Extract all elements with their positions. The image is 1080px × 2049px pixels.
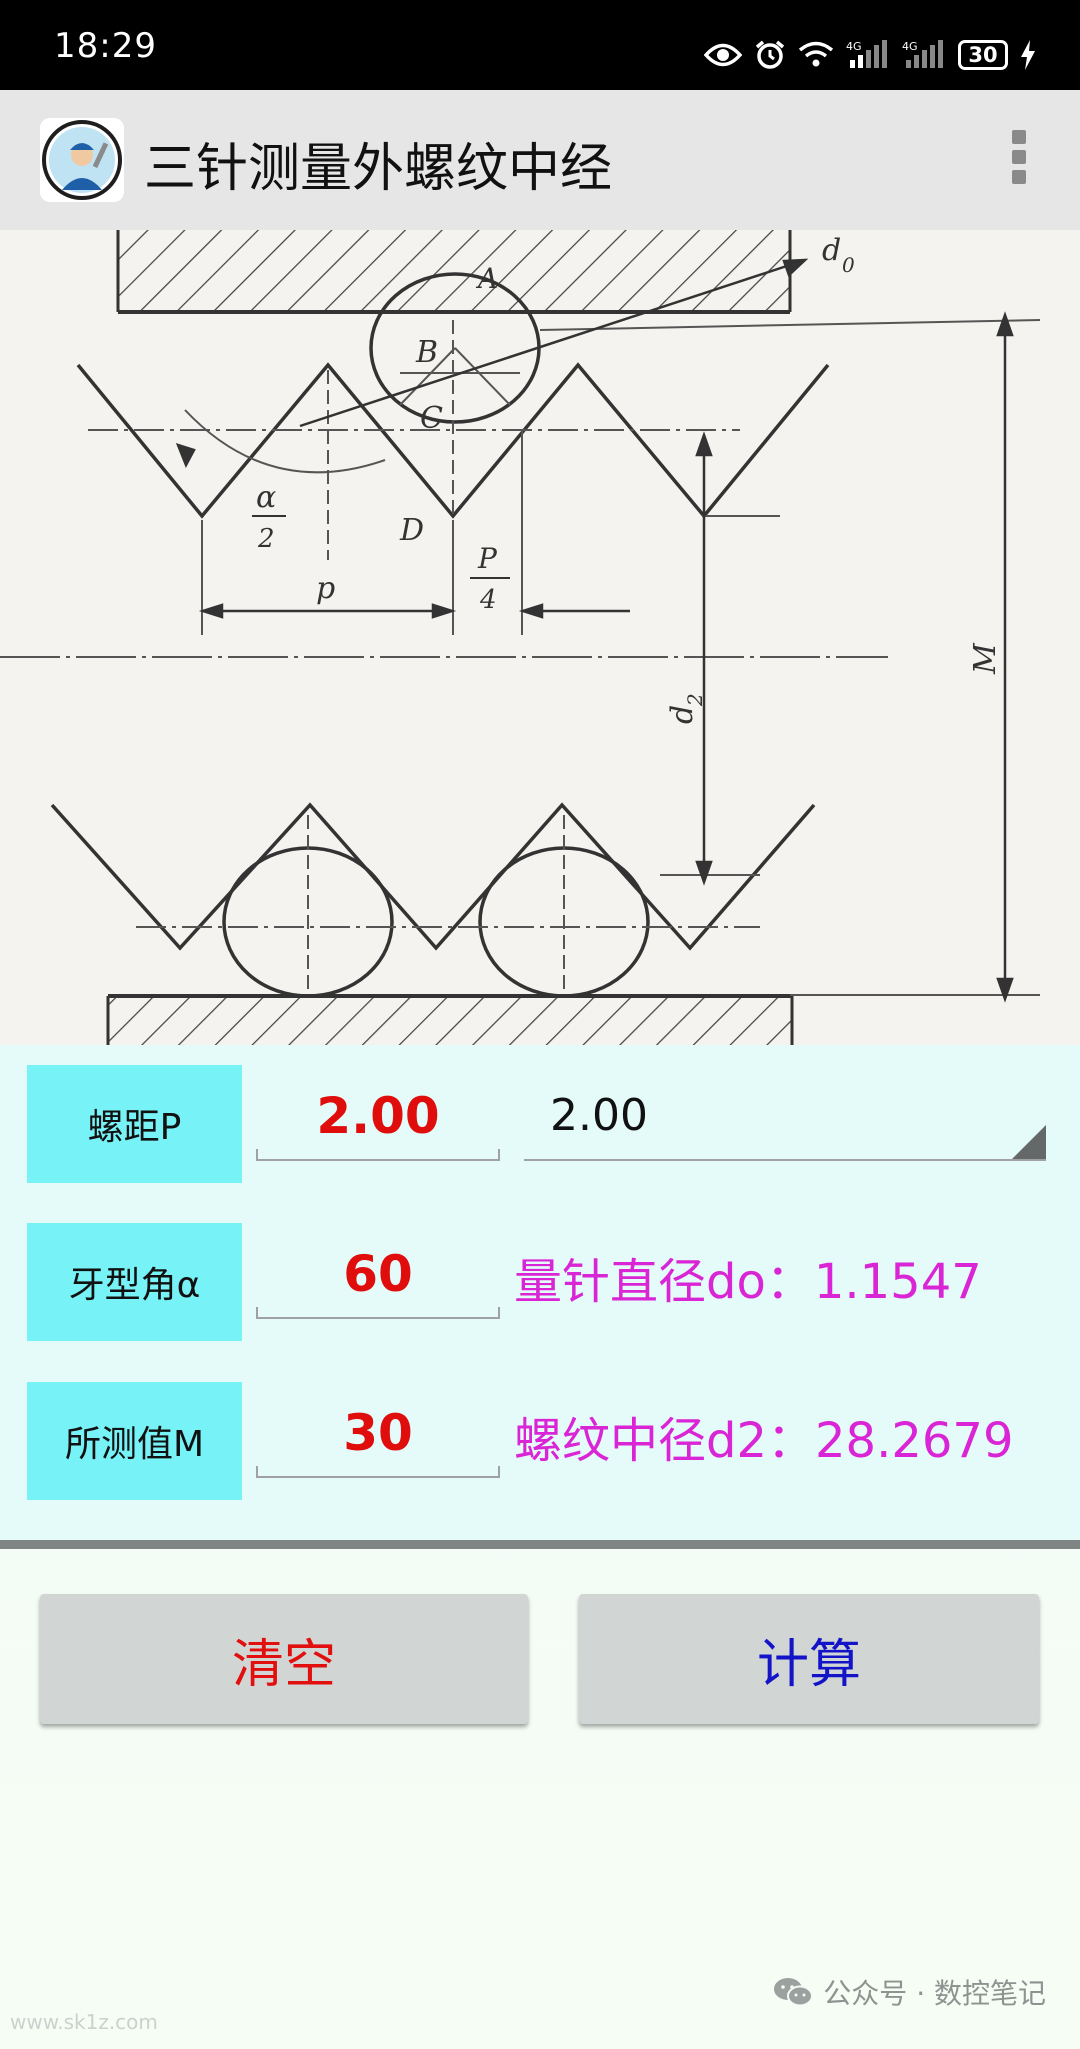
thread-measurement-diagram: A B C D d 0 α 2 p P 4 d 2 M — [0, 230, 1080, 1045]
app-bar: 三针测量外螺纹中经 — [0, 90, 1080, 230]
pitch-diameter-result: 螺纹中径d2：28.2679 — [514, 1413, 1014, 1469]
clear-button[interactable]: 清空 — [40, 1594, 528, 1724]
svg-text:0: 0 — [842, 253, 855, 277]
pitch-input[interactable]: 2.00 — [256, 1073, 500, 1161]
construction-lines — [0, 319, 1041, 996]
wire-diameter-result: 量针直径do：1.1547 — [514, 1254, 982, 1310]
svg-text:4G: 4G — [846, 40, 862, 53]
angle-label: 牙型角α — [27, 1223, 242, 1341]
angle-row: 牙型角α 60 量针直径do：1.1547 — [0, 1223, 1080, 1341]
svg-text:d: d — [665, 705, 700, 724]
svg-text:2: 2 — [683, 693, 707, 707]
wechat-icon — [774, 1978, 814, 2007]
measured-input[interactable]: 30 — [256, 1390, 500, 1478]
wechat-watermark-text: 公众号 · 数控笔记 — [823, 1977, 1046, 2010]
svg-text:p: p — [316, 571, 335, 606]
signal-icon: 4G — [902, 40, 943, 68]
dropdown-arrow-icon — [1012, 1125, 1046, 1159]
pitch-row: 螺距P 2.00 2.00 — [0, 1065, 1080, 1183]
charging-bolt-icon — [1021, 40, 1035, 70]
wifi-icon — [798, 41, 834, 67]
signal-icon: 4G — [846, 40, 887, 68]
svg-text:d: d — [822, 233, 841, 268]
top-anvil — [116, 230, 792, 314]
measured-label: 所测值M — [27, 1382, 242, 1500]
svg-text:P: P — [477, 542, 498, 575]
svg-text:A: A — [475, 262, 498, 295]
alarm-icon — [755, 40, 785, 69]
svg-text:D: D — [399, 513, 424, 548]
status-bar: 18:29 4G 4G 30 — [0, 0, 1080, 90]
wechat-watermark: 公众号 · 数控笔记 — [773, 1972, 1046, 2012]
eye-icon — [704, 43, 742, 67]
svg-text:B: B — [415, 335, 438, 370]
svg-text:4: 4 — [479, 585, 497, 615]
calculate-button[interactable]: 计算 — [579, 1594, 1039, 1724]
status-time: 18:29 — [54, 26, 157, 66]
pitch-dropdown-value: 2.00 — [550, 1090, 648, 1141]
battery-icon: 30 — [958, 40, 1008, 70]
angle-input[interactable]: 60 — [256, 1231, 500, 1319]
bottom-anvil — [106, 994, 794, 1045]
site-watermark: www.sk1z.com — [10, 2010, 158, 2034]
divider — [0, 1540, 1080, 1549]
svg-text:2: 2 — [257, 524, 275, 554]
status-icons: 4G 4G 30 — [704, 38, 1036, 72]
measured-row: 所测值M 30 螺纹中径d2：28.2679 — [0, 1382, 1080, 1500]
dimension-arrows — [175, 258, 1014, 1003]
pitch-dropdown[interactable]: 2.00 — [524, 1073, 1046, 1161]
pitch-label: 螺距P — [27, 1065, 242, 1183]
app-title: 三针测量外螺纹中经 — [144, 139, 613, 199]
svg-text:C: C — [420, 401, 443, 436]
mechanic-avatar-icon — [40, 118, 124, 202]
svg-text:M: M — [968, 642, 1003, 675]
svg-text:4G: 4G — [902, 40, 918, 53]
svg-text:α: α — [256, 480, 276, 515]
more-vert-icon[interactable] — [1008, 130, 1030, 192]
